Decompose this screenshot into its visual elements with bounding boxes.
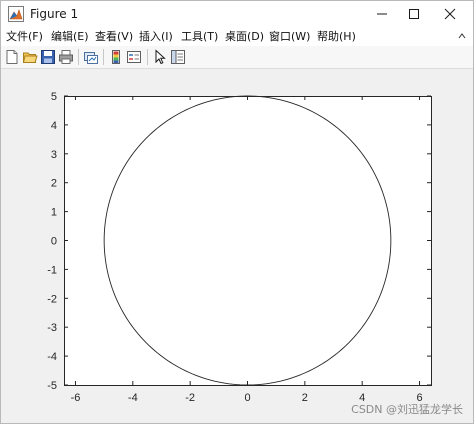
menu-view[interactable]: 查看(V) <box>95 29 133 44</box>
title-bar[interactable]: Figure 1 <box>1 1 473 27</box>
y-tick-label: -5 <box>47 380 57 392</box>
colorbar-icon[interactable] <box>108 49 124 65</box>
menu-tools[interactable]: 工具(T) <box>181 29 218 44</box>
new-figure-icon[interactable] <box>4 49 20 65</box>
print-icon[interactable] <box>58 49 74 65</box>
open-file-icon[interactable] <box>22 49 38 65</box>
menu-bar: 文件(F) 编辑(E) 查看(V) 插入(I) 工具(T) 桌面(D) 窗口(W… <box>1 27 473 46</box>
y-tick-label: 2 <box>51 178 57 190</box>
x-tick-label: -6 <box>71 392 81 404</box>
y-tick-label: 3 <box>51 149 57 161</box>
matlab-figure-icon <box>8 6 24 22</box>
figure-canvas[interactable]: -6 -4 -2 0 2 4 6 -5 -4 -3 -2 -1 0 1 2 3 4 5 CSDN @刘迅猛龙学长 <box>1 69 473 423</box>
x-tick-label: 0 <box>244 392 250 404</box>
x-tick-label: -2 <box>185 392 195 404</box>
x-tick-label: -4 <box>128 392 138 404</box>
link-plot-icon[interactable] <box>83 49 99 65</box>
y-tick-label: 4 <box>51 120 57 132</box>
x-tick-label: 2 <box>302 392 308 404</box>
menu-file[interactable]: 文件(F) <box>6 29 43 44</box>
toolbar-separator <box>103 49 104 65</box>
y-tick-label: 0 <box>51 236 57 248</box>
y-tick-label: 5 <box>51 91 57 103</box>
menu-help[interactable]: 帮助(H) <box>317 29 356 44</box>
menu-edit[interactable]: 编辑(E) <box>51 29 89 44</box>
plot-svg: -6 -4 -2 0 2 4 6 -5-4-3-2-1012345 <box>47 91 432 404</box>
y-tick-label: -3 <box>47 322 57 334</box>
property-inspector-icon[interactable] <box>170 49 186 65</box>
axes-background[interactable] <box>64 96 432 386</box>
menu-desktop[interactable]: 桌面(D) <box>225 29 264 44</box>
figure-window: Figure 1 文件(F) 编辑(E) 查看(V) 插入(I) 工具(T) 桌… <box>0 0 474 424</box>
save-icon[interactable] <box>40 49 56 65</box>
y-tick-label: -2 <box>47 293 57 305</box>
y-tick-label: 1 <box>51 207 57 219</box>
y-tick-label: -1 <box>47 264 57 276</box>
close-button[interactable] <box>427 1 473 27</box>
window-title: Figure 1 <box>30 7 79 21</box>
pointer-icon[interactable] <box>152 49 168 65</box>
toolbar-separator <box>78 49 79 65</box>
menu-expand-icon[interactable] <box>457 31 467 41</box>
close-icon <box>444 8 456 20</box>
menu-insert[interactable]: 插入(I) <box>139 29 173 44</box>
toolbar <box>1 46 473 69</box>
toolbar-separator <box>147 49 148 65</box>
y-tick-label: -4 <box>47 351 57 363</box>
menu-window[interactable]: 窗口(W) <box>269 29 310 44</box>
watermark-text: CSDN @刘迅猛龙学长 <box>351 403 463 416</box>
legend-icon[interactable] <box>126 49 142 65</box>
